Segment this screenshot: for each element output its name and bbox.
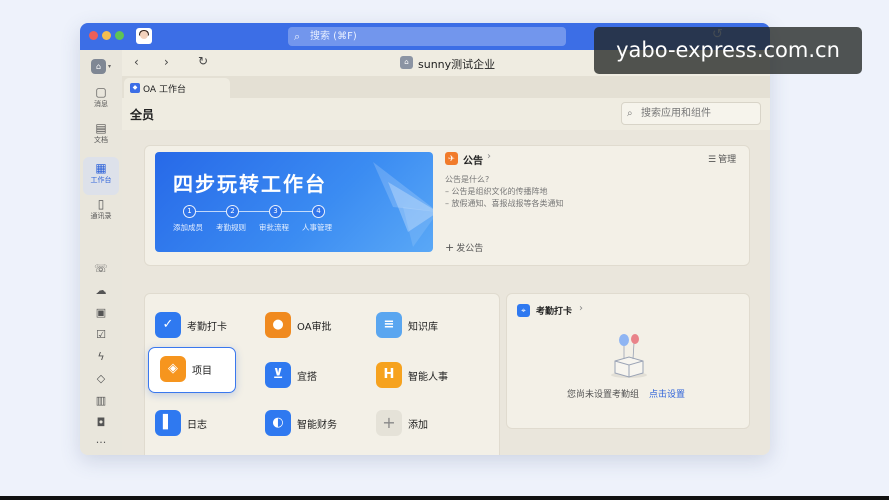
page-title: 全员 (130, 108, 155, 122)
sidebar-item-contacts[interactable]: ▯ 通讯录 (83, 197, 119, 225)
sliders-icon: ☰ (708, 155, 717, 165)
bottom-edge-bar (0, 496, 889, 500)
step-number: 2 (226, 205, 239, 218)
step-number: 4 (312, 205, 325, 218)
back-arrow-icon[interactable]: ‹ (134, 55, 139, 69)
calendar-icon[interactable]: ▣ (93, 306, 109, 319)
user-avatar[interactable] (136, 28, 152, 44)
attendance-card: ⌖ 考勤打卡 › 您尚未设置考勤组 点击设置 (506, 293, 750, 429)
megaphone-icon: ✈ (445, 152, 458, 165)
steps-connector (185, 211, 315, 212)
sidebar-item-messages[interactable]: ▢ 消息 (83, 85, 119, 113)
attendance-title[interactable]: 考勤打卡 (536, 304, 572, 317)
sidebar-item-docs[interactable]: ▤ 文档 (83, 121, 119, 149)
knowledge-book-icon: ≡ (376, 312, 402, 338)
publish-notice-button[interactable]: + 发公告 (445, 241, 483, 254)
apps-card: ✓ 考勤打卡 ● OA审批 ≡ 知识库 ◈ 项目 ⊻ 宜搭 H 智能人事 ▌ 日… (144, 293, 500, 455)
organization-icon[interactable]: ⌂ (91, 59, 106, 74)
app-window: ⌕ 搜索 (⌘F) ↺ ⌂ ▾ ▢ 消息 ▤ 文档 ▦ 工作台 ▯ 通讯录 ☏ … (80, 23, 770, 455)
chevron-right-icon[interactable]: › (579, 303, 583, 314)
finance-icon: ◐ (265, 410, 291, 436)
plus-icon: + (445, 241, 455, 254)
bag-icon[interactable]: ◘ (93, 416, 109, 429)
company-switcher[interactable]: sunny测试企业 (418, 56, 495, 72)
chat-bubble-icon: ▢ (95, 85, 107, 99)
page-header: 全员 ⌕ 搜索应用和组件 (122, 98, 770, 130)
sidebar-item-workbench[interactable]: ▦ 工作台 (83, 157, 119, 195)
minimize-window-button[interactable] (102, 31, 111, 40)
step-number: 3 (269, 205, 282, 218)
search-icon: ⌕ (627, 108, 633, 119)
watermark-text: yabo-express.com.cn (594, 27, 862, 74)
lightning-icon[interactable]: ϟ (93, 350, 109, 363)
company-icon: ⌂ (400, 56, 413, 69)
step-label: 添加成员 (173, 223, 203, 232)
attendance-setup-link[interactable]: 点击设置 (649, 387, 685, 400)
sidebar: ⌂ ▾ ▢ 消息 ▤ 文档 ▦ 工作台 ▯ 通讯录 ☏ ☁ ▣ ☑ ϟ ◇ ▥ … (80, 50, 123, 455)
hr-icon: H (376, 362, 402, 388)
chevron-right-icon[interactable]: › (487, 151, 491, 162)
step-label: 考勤规则 (216, 223, 246, 232)
layers-icon[interactable]: ◇ (93, 372, 109, 385)
manage-button[interactable]: ☰ 管理 (708, 152, 736, 165)
attendance-empty-text: 您尚未设置考勤组 (567, 390, 640, 400)
step-label: 人事管理 (302, 223, 332, 232)
paper-plane-illustration (373, 162, 433, 247)
notice-text: – 公告是组织文化的传播阵地 (445, 187, 548, 196)
step-number: 1 (183, 205, 196, 218)
chevron-down-icon[interactable]: ▾ (108, 63, 111, 70)
location-pin-icon: ⌖ (517, 304, 530, 317)
contacts-icon: ▯ (97, 197, 105, 211)
notebook-icon[interactable]: ▥ (93, 394, 109, 407)
app-search-input[interactable]: ⌕ 搜索应用和组件 (621, 102, 761, 125)
tab-oa-workbench[interactable]: ◆ OA 工作台 (124, 78, 230, 98)
workbench-content: 四步玩转工作台 1 2 3 4 添加成员 考勤规则 审批流程 人事管理 ✈ 公告… (122, 130, 770, 455)
more-icon[interactable]: ··· (93, 436, 109, 449)
plus-icon: + (376, 410, 402, 436)
empty-box-balloon-illustration (611, 334, 647, 378)
grid-icon: ▦ (95, 161, 107, 175)
check-shield-icon: ✓ (155, 312, 181, 338)
notice-text: 公告是什么? (445, 175, 490, 184)
document-icon: ▤ (95, 121, 107, 135)
banner-title: 四步玩转工作台 (173, 172, 327, 196)
search-icon: ⌕ (294, 30, 301, 43)
workbench-tab-icon: ◆ (130, 83, 140, 93)
yida-icon: ⊻ (265, 362, 291, 388)
refresh-icon[interactable]: ↻ (198, 54, 208, 68)
project-layers-icon: ◈ (160, 356, 186, 382)
onboarding-notice-card: 四步玩转工作台 1 2 3 4 添加成员 考勤规则 审批流程 人事管理 ✈ 公告… (144, 145, 750, 266)
todo-check-icon[interactable]: ☑ (93, 328, 109, 341)
onboarding-banner[interactable]: 四步玩转工作台 1 2 3 4 添加成员 考勤规则 审批流程 人事管理 (155, 152, 433, 252)
global-search-input[interactable]: ⌕ 搜索 (⌘F) (288, 27, 566, 46)
tab-strip: ◆ OA 工作台 (122, 76, 770, 98)
close-window-button[interactable] (89, 31, 98, 40)
approval-person-icon: ● (265, 312, 291, 338)
global-search-placeholder: 搜索 (⌘F) (310, 31, 357, 42)
phone-icon[interactable]: ☏ (93, 262, 109, 275)
step-label: 审批流程 (259, 223, 289, 232)
notice-title[interactable]: 公告 (463, 152, 483, 167)
notice-text: – 放假通知、喜报战报等各类通知 (445, 199, 564, 208)
journal-icon: ▌ (155, 410, 181, 436)
zoom-window-button[interactable] (115, 31, 124, 40)
forward-arrow-icon[interactable]: › (164, 55, 169, 69)
cloud-icon[interactable]: ☁ (93, 284, 109, 297)
